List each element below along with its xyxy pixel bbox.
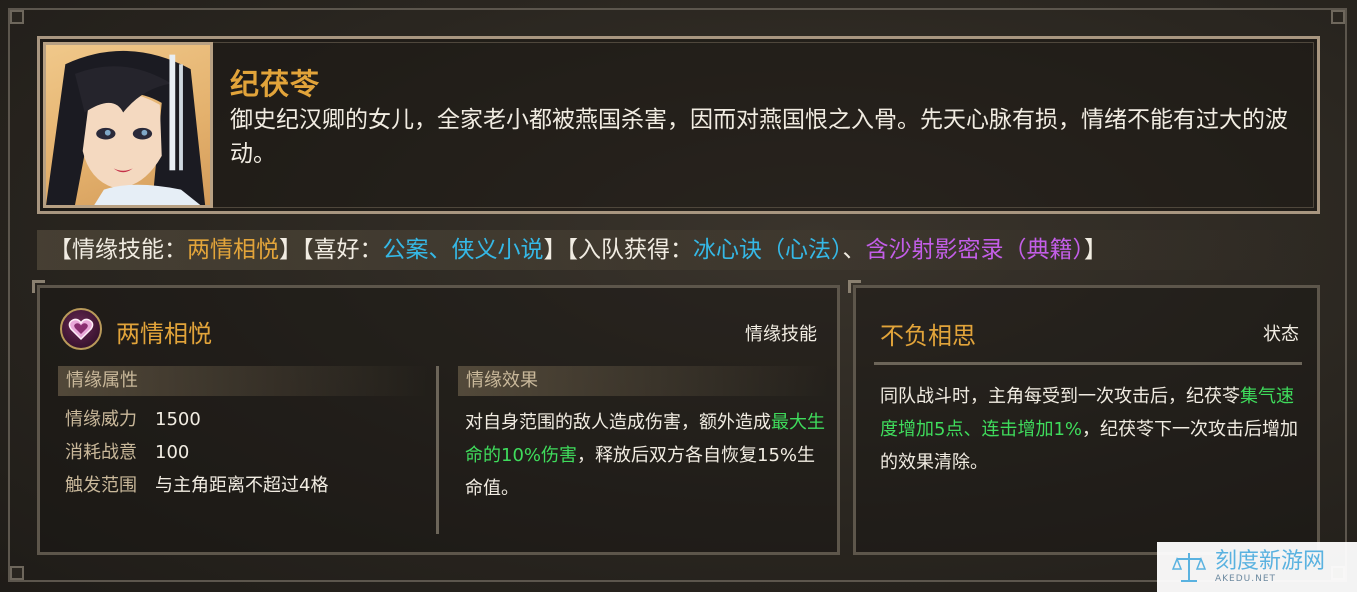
- watermark-title: 刻度新游网: [1215, 549, 1326, 574]
- bracket-close: 】: [279, 237, 302, 263]
- attr-value: 1500: [155, 409, 201, 430]
- watermark: 刻度新游网 AKEDU.NET: [1157, 542, 1357, 592]
- bracket-close: 】: [543, 237, 567, 263]
- likes-prefix: 【喜好：: [302, 237, 383, 263]
- attr-value: 与主角距离不超过4格: [155, 475, 329, 496]
- status-divider: [874, 362, 1302, 365]
- info-bar: 【情缘技能：两情相悦】【喜好：公案、侠义小说】【入队获得：冰心诀（心法）、含沙射…: [37, 230, 1320, 270]
- bond-skill-name: 两情相悦: [187, 237, 279, 263]
- frame-corner: [10, 10, 24, 24]
- character-description: 御史纪汉卿的女儿，全家老小都被燕国杀害，因而对燕国恨之入骨。先天心脉有损，情绪不…: [230, 107, 1288, 167]
- watermark-sub: AKEDU.NET: [1215, 574, 1277, 584]
- effect-description: 对自身范围的敌人造成伤害，额外造成最大生命的10%伤害，释放后双方各自恢复15%…: [465, 406, 827, 505]
- scale-icon: [1171, 553, 1207, 582]
- reward-item-1: 冰心诀（心法）: [693, 237, 843, 263]
- attr-value: 100: [155, 442, 190, 463]
- skill-panel: 两情相悦 情缘技能 情缘属性 情缘威力 1500 消耗战意 100 触发范围 与主角距…: [32, 280, 840, 555]
- portrait-image: [46, 50, 206, 205]
- status-title: 不负相思: [880, 322, 976, 350]
- attr-label: 触发范围: [65, 475, 137, 496]
- character-portrait: [43, 42, 213, 208]
- effect-text-pre: 对自身范围的敌人造成伤害，额外造成: [465, 412, 771, 433]
- status-description: 同队战斗时，主角每受到一次攻击后，纪茯苓集气速度增加5点、连击增加1%，纪茯苓下…: [880, 380, 1300, 479]
- reward-item-2: 含沙射影密录（典籍）: [865, 237, 1085, 263]
- column-divider: [436, 366, 439, 534]
- attr-label: 消耗战意: [65, 442, 137, 463]
- character-name: 纪茯苓: [230, 67, 321, 101]
- panel-corner: [848, 280, 861, 293]
- status-type-label: 状态: [1263, 324, 1299, 345]
- bracket-close: 】: [1084, 237, 1107, 263]
- panel-corner: [32, 280, 45, 293]
- character-header: 纪茯苓 御史纪汉卿的女儿，全家老小都被燕国杀害，因而对燕国恨之入骨。先天心脉有损…: [37, 36, 1320, 214]
- attr-label: 情缘威力: [65, 409, 137, 430]
- attr-header: 情缘属性: [58, 366, 428, 396]
- likes-value: 公案、侠义小说: [382, 237, 544, 263]
- status-text-pre: 同队战斗时，主角每受到一次攻击后，纪茯苓: [880, 386, 1240, 407]
- skill-type-label: 情缘技能: [745, 324, 817, 345]
- attr-row: 情缘威力 1500: [65, 408, 201, 432]
- effect-header: 情缘效果: [458, 366, 828, 396]
- attr-row: 消耗战意 100: [65, 441, 189, 465]
- attr-row: 触发范围 与主角距离不超过4格: [65, 474, 328, 498]
- status-panel: 不负相思 状态 同队战斗时，主角每受到一次攻击后，纪茯苓集气速度增加5点、连击增…: [848, 280, 1320, 555]
- reward-separator: 、: [842, 237, 866, 263]
- skill-prefix: 【情缘技能：: [49, 237, 187, 263]
- heart-icon: [60, 308, 102, 350]
- frame-corner: [1331, 10, 1345, 24]
- reward-prefix: 【入队获得：: [566, 237, 694, 263]
- skill-title: 两情相悦: [116, 320, 212, 348]
- frame-corner: [10, 566, 24, 580]
